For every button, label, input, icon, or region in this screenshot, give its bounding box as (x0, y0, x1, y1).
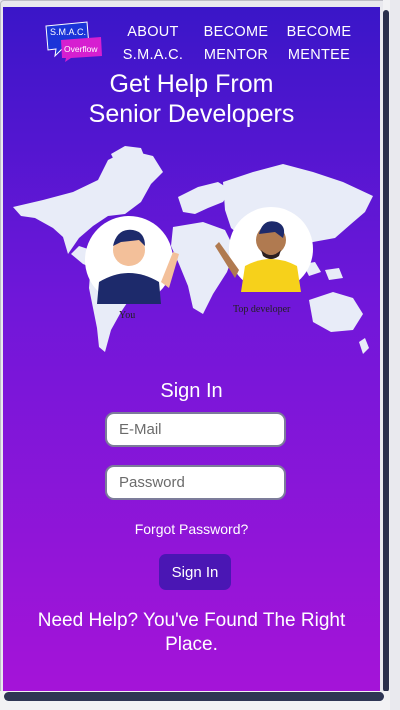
password-field[interactable] (105, 465, 286, 500)
nav-about-line2: S.M.A.C. (122, 47, 184, 63)
nav-mentor-line1: BECOME (203, 24, 269, 40)
nav-become-mentor[interactable]: BECOME MENTOR (196, 21, 276, 67)
signin-button[interactable]: Sign In (159, 554, 231, 590)
horizontal-scrollbar-thumb[interactable] (4, 692, 384, 701)
vertical-scrollbar-thumb[interactable] (383, 10, 389, 692)
hero-title-line2: Senior Developers (88, 100, 295, 128)
signin-heading: Sign In (160, 380, 223, 402)
nav-about-line1: ABOUT (127, 24, 179, 40)
hero-title-line1: Get Help From (109, 70, 274, 98)
nav-mentee-line1: BECOME (286, 24, 352, 40)
nav-mentor-line2: MENTOR (203, 47, 269, 63)
logo-text-line1: S.M.A.C. (50, 27, 86, 37)
logo-text-line2: Overflow (64, 44, 98, 54)
forgot-password-link[interactable]: Forgot Password? (3, 521, 380, 537)
you-avatar-icon (85, 216, 179, 304)
logo-icon[interactable]: S.M.A.C. Overflow (43, 20, 105, 62)
nav-become-mentee[interactable]: BECOME MENTEE (279, 21, 359, 67)
email-field[interactable] (105, 412, 286, 447)
nav-about-smac[interactable]: ABOUT S.M.A.C. (113, 21, 193, 67)
footer-tagline: Need Help? You've Found The Right Place. (37, 610, 346, 655)
hero-title: Get Help From Senior Developers (3, 69, 380, 129)
nav-mentee-line2: MENTEE (287, 47, 351, 63)
caption-top-developer: Top developer (233, 304, 291, 315)
browser-viewport: S.M.A.C. Overflow ABOUT S.M.A.C. BECOME … (0, 0, 390, 710)
app-page: S.M.A.C. Overflow ABOUT S.M.A.C. BECOME … (3, 7, 380, 693)
caption-you: You (119, 310, 136, 321)
world-map-icon (13, 146, 373, 354)
